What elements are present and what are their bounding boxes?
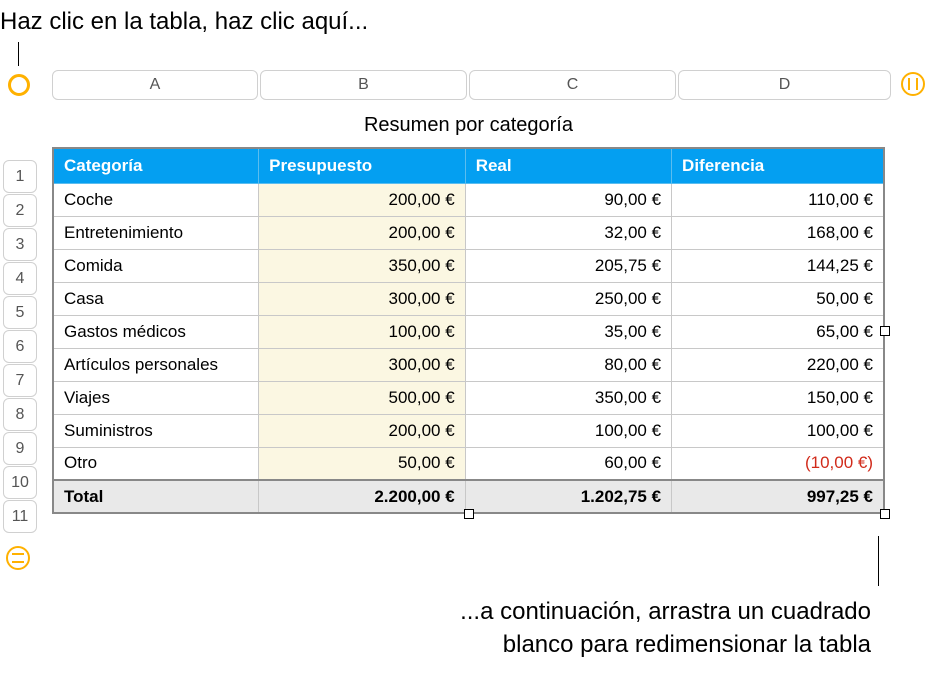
column-header[interactable]: A xyxy=(52,70,258,100)
cell-actual[interactable]: 35,00 € xyxy=(465,315,671,348)
header-budget[interactable]: Presupuesto xyxy=(259,148,466,183)
table-row: Entretenimiento 200,00 € 32,00 € 168,00 … xyxy=(53,216,884,249)
table-row: Artículos personales 300,00 € 80,00 € 22… xyxy=(53,348,884,381)
resize-handle-right-icon[interactable] xyxy=(880,326,890,336)
row-header[interactable]: 3 xyxy=(3,228,37,261)
cell-actual[interactable]: 250,00 € xyxy=(465,282,671,315)
row-header[interactable]: 6 xyxy=(3,330,37,363)
row-header-bar: 1 2 3 4 5 6 7 8 9 10 11 xyxy=(3,160,37,533)
row-header[interactable]: 2 xyxy=(3,194,37,227)
cell-actual[interactable]: 90,00 € xyxy=(465,183,671,216)
row-header[interactable]: 5 xyxy=(3,296,37,329)
callout-bottom-line2: blanco para redimensionar la tabla xyxy=(460,629,871,661)
table-body: Coche 200,00 € 90,00 € 110,00 € Entreten… xyxy=(53,183,884,513)
table-row: Gastos médicos 100,00 € 35,00 € 65,00 € xyxy=(53,315,884,348)
cell-budget[interactable]: 300,00 € xyxy=(259,282,466,315)
resize-handle-bottom-right-icon[interactable] xyxy=(880,509,890,519)
row-header[interactable]: 10 xyxy=(3,466,37,499)
cell-category[interactable]: Comida xyxy=(53,249,259,282)
column-header[interactable]: B xyxy=(260,70,467,100)
row-header[interactable]: 7 xyxy=(3,364,37,397)
cell-diff[interactable]: 100,00 € xyxy=(672,414,884,447)
table-title[interactable]: Resumen por categoría xyxy=(52,106,885,147)
cell-actual[interactable]: 350,00 € xyxy=(465,381,671,414)
cell-diff[interactable]: 150,00 € xyxy=(672,381,884,414)
table-row: Suministros 200,00 € 100,00 € 100,00 € xyxy=(53,414,884,447)
row-header[interactable]: 8 xyxy=(3,398,37,431)
cell-category[interactable]: Suministros xyxy=(53,414,259,447)
cell-diff[interactable]: 168,00 € xyxy=(672,216,884,249)
cell-actual[interactable]: 80,00 € xyxy=(465,348,671,381)
cell-budget[interactable]: 200,00 € xyxy=(259,183,466,216)
header-diff[interactable]: Diferencia xyxy=(672,148,884,183)
cell-diff[interactable]: 110,00 € xyxy=(672,183,884,216)
cell-budget[interactable]: 300,00 € xyxy=(259,348,466,381)
row-header[interactable]: 9 xyxy=(3,432,37,465)
cell-diff[interactable]: 144,25 € xyxy=(672,249,884,282)
callout-top-leader-line xyxy=(18,42,19,66)
table-container: Resumen por categoría Categoría Presupue… xyxy=(52,106,885,514)
data-table[interactable]: Categoría Presupuesto Real Diferencia Co… xyxy=(52,147,885,514)
callout-bottom-line1: ...a continuación, arrastra un cuadrado xyxy=(460,596,871,628)
row-header[interactable]: 4 xyxy=(3,262,37,295)
cell-category[interactable]: Coche xyxy=(53,183,259,216)
cell-category[interactable]: Viajes xyxy=(53,381,259,414)
cell-total-label[interactable]: Total xyxy=(53,480,259,513)
cell-budget[interactable]: 500,00 € xyxy=(259,381,466,414)
table-row: Coche 200,00 € 90,00 € 110,00 € xyxy=(53,183,884,216)
cell-actual[interactable]: 205,75 € xyxy=(465,249,671,282)
add-column-handle-icon[interactable] xyxy=(901,72,925,96)
add-row-handle-icon[interactable] xyxy=(6,546,30,570)
header-actual[interactable]: Real xyxy=(465,148,671,183)
cell-diff[interactable]: 65,00 € xyxy=(672,315,884,348)
callout-bottom-leader-line xyxy=(878,536,879,586)
cell-budget[interactable]: 350,00 € xyxy=(259,249,466,282)
table-header-row: Categoría Presupuesto Real Diferencia xyxy=(53,148,884,183)
cell-diff[interactable]: (10,00 €) xyxy=(672,447,884,480)
callout-top-text: Haz clic en la tabla, haz clic aquí... xyxy=(0,8,368,36)
table-row: Comida 350,00 € 205,75 € 144,25 € xyxy=(53,249,884,282)
row-header[interactable]: 11 xyxy=(3,500,37,533)
table-row: Otro 50,00 € 60,00 € (10,00 €) xyxy=(53,447,884,480)
cell-category[interactable]: Otro xyxy=(53,447,259,480)
cell-budget[interactable]: 50,00 € xyxy=(259,447,466,480)
column-header-bar: A B C D xyxy=(52,70,893,100)
cell-category[interactable]: Casa xyxy=(53,282,259,315)
callout-bottom-text: ...a continuación, arrastra un cuadrado … xyxy=(460,596,871,661)
cell-total-budget[interactable]: 2.200,00 € xyxy=(259,480,466,513)
cell-total-actual[interactable]: 1.202,75 € xyxy=(465,480,671,513)
cell-budget[interactable]: 200,00 € xyxy=(259,414,466,447)
header-category[interactable]: Categoría xyxy=(53,148,259,183)
cell-actual[interactable]: 100,00 € xyxy=(465,414,671,447)
cell-diff[interactable]: 50,00 € xyxy=(672,282,884,315)
cell-actual[interactable]: 32,00 € xyxy=(465,216,671,249)
table-select-handle-icon[interactable] xyxy=(8,74,30,96)
cell-category[interactable]: Entretenimiento xyxy=(53,216,259,249)
table-row: Viajes 500,00 € 350,00 € 150,00 € xyxy=(53,381,884,414)
resize-handle-bottom-icon[interactable] xyxy=(464,509,474,519)
row-header[interactable]: 1 xyxy=(3,160,37,193)
cell-actual[interactable]: 60,00 € xyxy=(465,447,671,480)
cell-budget[interactable]: 100,00 € xyxy=(259,315,466,348)
cell-budget[interactable]: 200,00 € xyxy=(259,216,466,249)
table-row: Casa 300,00 € 250,00 € 50,00 € xyxy=(53,282,884,315)
cell-diff[interactable]: 220,00 € xyxy=(672,348,884,381)
cell-total-diff[interactable]: 997,25 € xyxy=(672,480,884,513)
cell-category[interactable]: Gastos médicos xyxy=(53,315,259,348)
cell-category[interactable]: Artículos personales xyxy=(53,348,259,381)
column-header[interactable]: C xyxy=(469,70,676,100)
column-header[interactable]: D xyxy=(678,70,891,100)
